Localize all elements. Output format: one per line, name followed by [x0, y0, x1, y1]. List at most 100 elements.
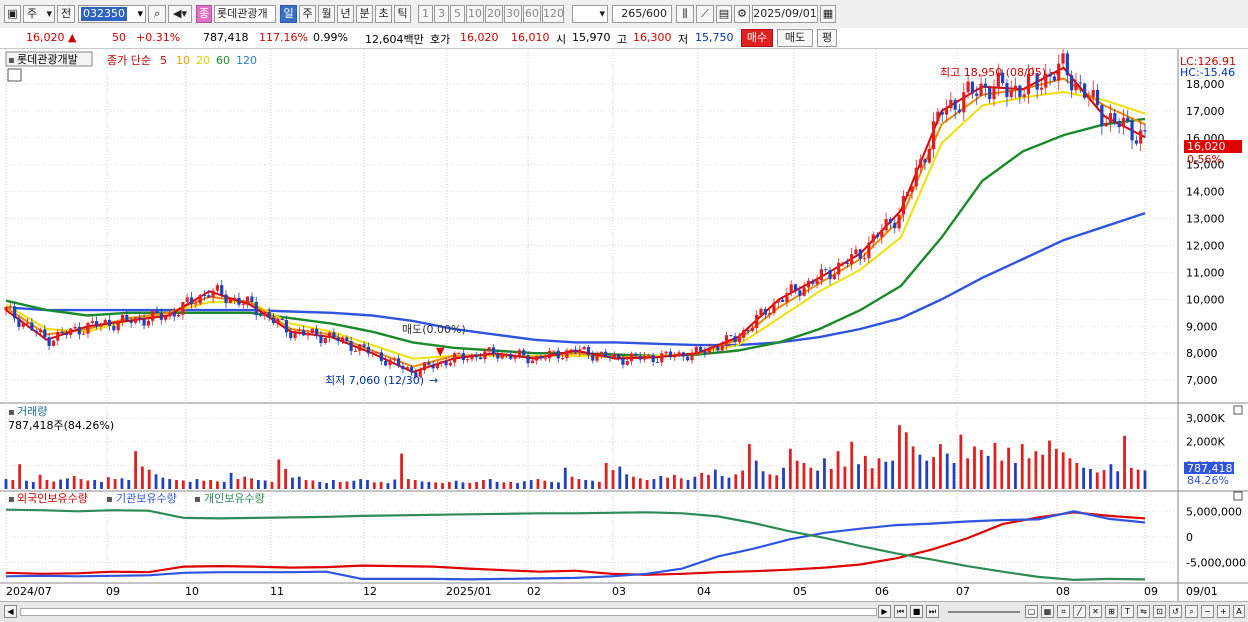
zoom-slider[interactable]	[948, 611, 1020, 613]
buy-button[interactable]: 매수	[741, 29, 773, 47]
interval-1[interactable]: 1	[418, 5, 433, 23]
interval-20[interactable]: 20	[485, 5, 503, 23]
period-5[interactable]: 초	[375, 5, 392, 23]
interval-3[interactable]: 3	[434, 5, 449, 23]
candle-body	[949, 99, 953, 109]
candle-body	[168, 312, 172, 317]
volume-bar	[679, 478, 683, 489]
volume-bar	[741, 470, 744, 489]
period-0[interactable]: 일	[280, 5, 297, 23]
volume-bar	[1136, 469, 1140, 489]
chart-tool-icon[interactable]: ⌗	[1057, 605, 1070, 618]
candle-body	[181, 301, 185, 315]
candle-body	[655, 362, 660, 364]
zoom-in-icon[interactable]: +	[1217, 605, 1230, 618]
search-icon[interactable]: ⌕	[148, 5, 166, 23]
chart-text-icon[interactable]: T	[1121, 605, 1134, 618]
interval-120[interactable]: 120	[542, 5, 564, 23]
chart-cross-icon[interactable]: ✕	[1089, 605, 1102, 618]
zoom-search-icon[interactable]: ⌕	[1185, 605, 1198, 618]
candle-body	[448, 362, 452, 366]
period-2[interactable]: 월	[318, 5, 335, 23]
scroll-right-icon[interactable]: ▶	[878, 605, 891, 618]
chart-view-icon[interactable]: ▢	[1025, 605, 1038, 618]
candle-body	[634, 353, 638, 356]
interval-30[interactable]: 30	[504, 5, 522, 23]
calendar-icon[interactable]: ▦	[820, 5, 836, 23]
interval-dropdown[interactable]: ▾	[572, 5, 608, 23]
candle-body	[686, 356, 690, 361]
candle-body	[642, 355, 647, 360]
change-percent: +0.31%	[136, 31, 181, 44]
volume-bar	[891, 460, 895, 489]
candle-body	[60, 331, 64, 334]
chart-grid-icon[interactable]: ▦	[1041, 605, 1054, 618]
horizontal-scrollbar[interactable]	[20, 608, 877, 616]
candle-body	[979, 83, 983, 96]
chevron-down-icon[interactable]: ▾	[137, 6, 143, 22]
candle-body	[47, 337, 51, 346]
chart-reset-icon[interactable]: ↺	[1169, 605, 1182, 618]
volume-bar	[209, 480, 213, 489]
x-tick-label: 09	[1144, 585, 1158, 598]
candle-body	[897, 214, 901, 229]
x-tick-label: 08	[1056, 585, 1070, 598]
candle-body	[729, 335, 733, 337]
volume-bar	[516, 483, 519, 489]
evaluate-button[interactable]: 평	[817, 29, 837, 47]
count-field[interactable]: 265/600	[612, 5, 672, 23]
zoom-out-icon[interactable]: −	[1201, 605, 1214, 618]
sound-icon[interactable]: ◀▾	[168, 5, 192, 23]
period-1[interactable]: 주	[299, 5, 316, 23]
chart-compare-icon[interactable]: ⇋	[1137, 605, 1150, 618]
volume-bar	[884, 461, 888, 489]
candle-body	[621, 357, 625, 365]
interval-5[interactable]: 5	[450, 5, 465, 23]
last-icon[interactable]: ⏭	[926, 605, 939, 618]
stock-name-field[interactable]: 롯데관광개	[214, 5, 276, 23]
chart-export-icon[interactable]: ⊡	[1153, 605, 1166, 618]
window-menu-icon[interactable]: ▣	[4, 5, 21, 23]
candle-body	[1039, 87, 1044, 90]
panel-menu-icon[interactable]: ▪	[8, 55, 15, 66]
volume-bar	[372, 482, 376, 489]
save-icon[interactable]: ▤	[716, 5, 732, 23]
candle-type-icon[interactable]: ⫼	[676, 5, 694, 23]
market-type-dropdown[interactable]: 주 ▾	[23, 5, 55, 23]
panel-menu-icon[interactable]: ▪	[8, 494, 15, 505]
panel-menu-icon[interactable]: ▪	[8, 407, 15, 418]
chart-line-icon[interactable]: ╱	[1073, 605, 1086, 618]
interval-60[interactable]: 60	[523, 5, 541, 23]
volume-panel-close-icon[interactable]	[1233, 405, 1243, 415]
period-4[interactable]: 분	[356, 5, 373, 23]
candle-body	[819, 269, 824, 281]
stock-code-input[interactable]: 032350 ▾	[78, 5, 146, 23]
font-size-icon[interactable]: A	[1233, 605, 1245, 618]
table-icon[interactable]	[7, 68, 22, 82]
candle-body	[30, 322, 34, 331]
volume-bar	[707, 474, 710, 489]
interval-10[interactable]: 10	[466, 5, 484, 23]
date-field[interactable]: 2025/09/01	[752, 5, 818, 23]
volume-bar	[557, 482, 560, 489]
candle-body	[560, 358, 565, 360]
scroll-left-icon[interactable]: ◀	[4, 605, 17, 618]
scope-button[interactable]: 전	[57, 5, 75, 23]
panel-menu-icon[interactable]: ▪	[106, 494, 113, 505]
volume-bar	[447, 481, 451, 489]
candle-body	[1018, 85, 1022, 97]
panel-menu-icon[interactable]: ▪	[194, 494, 201, 505]
chart-measure-icon[interactable]: ⊞	[1105, 605, 1118, 618]
period-3[interactable]: 년	[337, 5, 354, 23]
drawing-tools-icon[interactable]: ⟋	[696, 5, 714, 23]
candle-body	[647, 355, 651, 357]
stop-icon[interactable]: ■	[910, 605, 923, 618]
gear-icon[interactable]: ⚙	[734, 5, 750, 23]
sell-button[interactable]: 매도	[777, 29, 813, 47]
first-icon[interactable]: ⏮	[894, 605, 907, 618]
stock-chart[interactable]: 2024/07 09 10 11 12 2025/01 02 03 04 05 06 07 08 09 09…	[0, 44, 1248, 601]
holding-panel-close-icon[interactable]	[1233, 491, 1243, 501]
period-6[interactable]: 틱	[394, 5, 411, 23]
candle-body	[910, 186, 914, 192]
candle-body	[453, 353, 457, 363]
